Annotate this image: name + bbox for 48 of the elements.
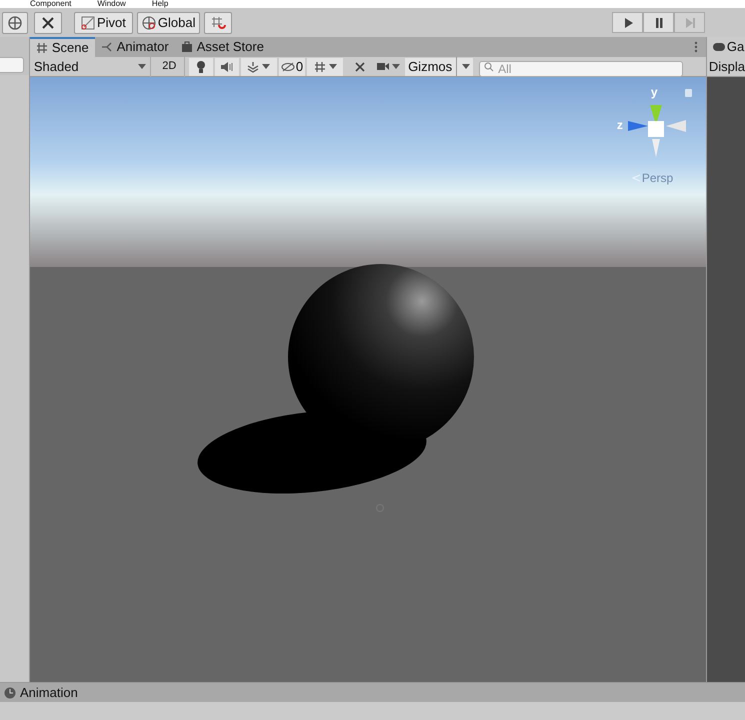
bag-icon: [180, 41, 193, 53]
perspective-icon: [632, 174, 640, 182]
kebab-menu-icon: [694, 41, 698, 53]
clock-icon: [4, 686, 16, 698]
hidden-eye-icon: [280, 62, 295, 72]
search-icon: [484, 62, 494, 72]
lighting-button[interactable]: [188, 58, 213, 76]
menu-item[interactable]: Help: [152, 0, 168, 8]
tools-button[interactable]: [34, 12, 62, 34]
global-button[interactable]: Global: [136, 12, 200, 34]
snap-button[interactable]: [204, 12, 232, 34]
caret-icon: [328, 64, 337, 69]
caret-icon: [262, 64, 270, 69]
hidden-objects-button[interactable]: 0: [278, 58, 306, 76]
branch-icon: [100, 41, 113, 53]
effects-button[interactable]: [240, 58, 277, 76]
display-dropdown[interactable]: Displa: [706, 57, 745, 77]
speaker-icon: [220, 60, 234, 72]
globe-icon: [142, 16, 156, 30]
search-field[interactable]: [0, 57, 24, 73]
move-tool-button[interactable]: [2, 12, 28, 34]
grid-icon: [36, 42, 48, 54]
tab[interactable]: Ga: [706, 37, 745, 57]
gizmos-dropdown[interactable]: Gizmos: [405, 58, 474, 76]
lightbulb-icon: [196, 60, 206, 74]
grid-button[interactable]: [307, 58, 344, 76]
pivot-icon: [81, 16, 95, 30]
gamepad-icon: [712, 43, 725, 51]
tab[interactable]: Animation: [0, 682, 745, 702]
move-icon: [7, 14, 23, 30]
tab[interactable]: Scene: [30, 37, 95, 57]
axis-label: y: [650, 85, 658, 99]
menu-item[interactable]: Component: [30, 0, 72, 8]
pivot-button[interactable]: Pivot: [74, 12, 133, 34]
search-field[interactable]: All: [479, 60, 684, 76]
layers-icon: [247, 60, 260, 72]
caret-icon: [462, 64, 470, 69]
menu-item[interactable]: Window: [97, 0, 126, 8]
grid-magnet-icon: [210, 14, 226, 30]
caret-icon: [138, 64, 146, 69]
pause-button[interactable]: [643, 12, 674, 33]
camera-icon: [376, 62, 389, 71]
grid-icon: [314, 60, 326, 72]
play-button[interactable]: [612, 12, 643, 33]
caret-icon: [392, 64, 400, 69]
audio-button[interactable]: [214, 58, 239, 76]
axis-label: z: [616, 118, 623, 132]
step-icon: [684, 16, 696, 28]
